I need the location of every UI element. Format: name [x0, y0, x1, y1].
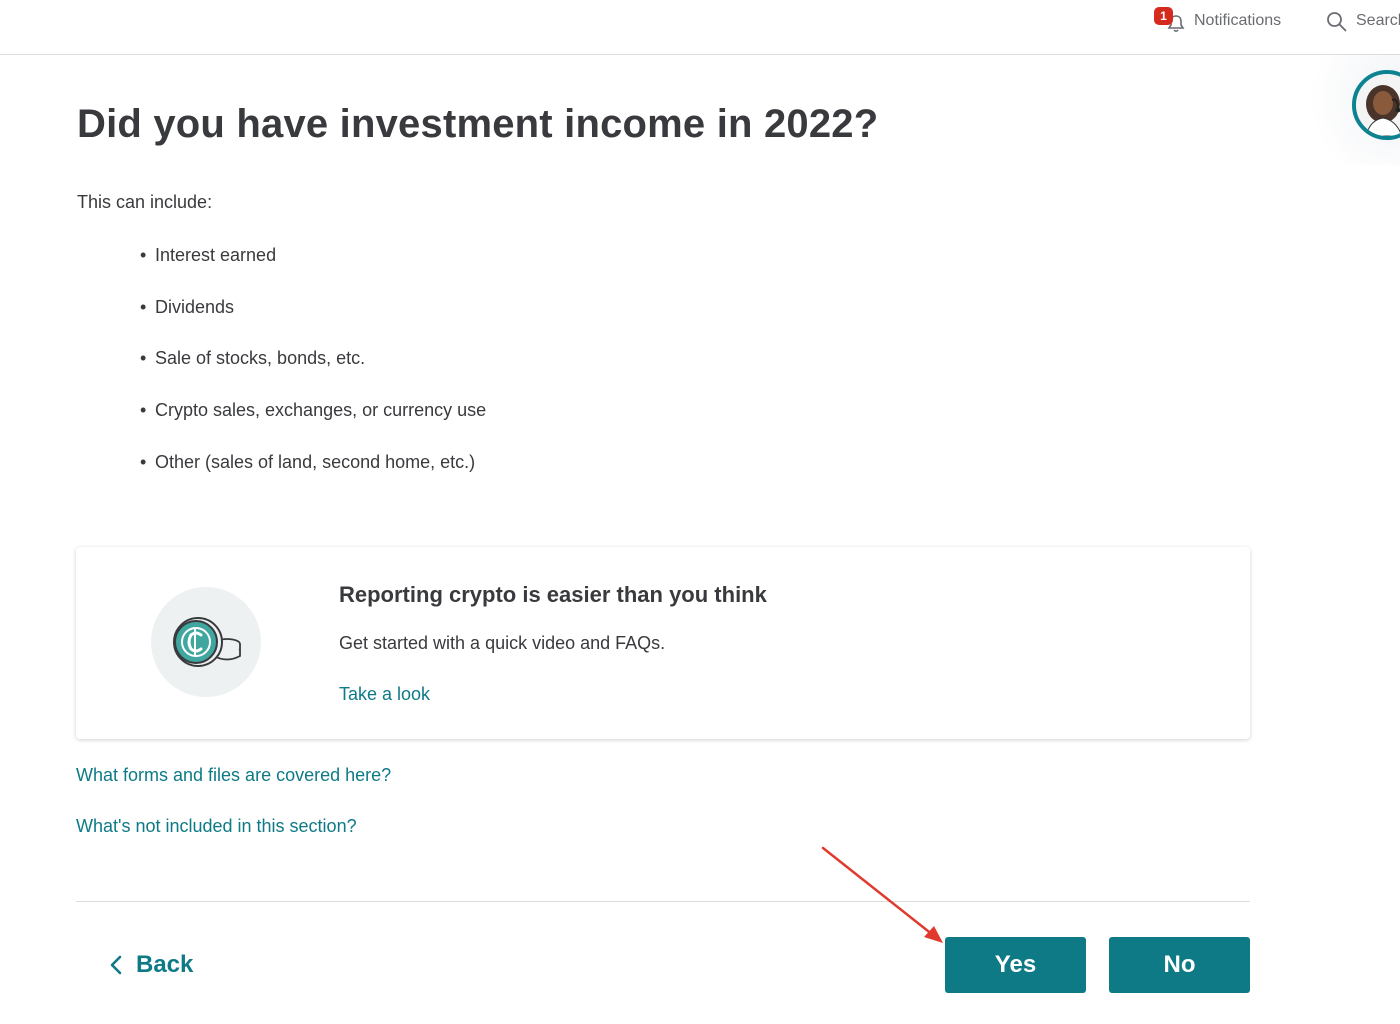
forms-covered-link[interactable]: What forms and files are covered here? — [76, 765, 391, 786]
intro-text: This can include: — [77, 192, 213, 212]
yes-button[interactable]: Yes — [945, 937, 1086, 993]
not-included-link[interactable]: What's not included in this section? — [76, 816, 357, 837]
take-a-look-link[interactable]: Take a look — [339, 684, 430, 705]
search-label: Search — [1356, 12, 1400, 29]
top-bar: 1 Notifications Search — [0, 0, 1400, 55]
search-icon — [1327, 11, 1347, 31]
crypto-coin-icon — [151, 587, 261, 697]
bell-icon: 1 — [1154, 6, 1188, 36]
list-item: • Dividends — [140, 296, 235, 317]
list-item: • Interest earned — [140, 245, 277, 265]
notifications-label: Notifications — [1194, 12, 1282, 29]
notification-count-badge: 1 — [1154, 7, 1173, 25]
list-item: • Other (sales of land, second home, etc.… — [140, 451, 476, 472]
card-title: Reporting crypto is easier than you thin… — [339, 582, 767, 607]
annotation-arrow-icon — [821, 846, 943, 943]
income-types-list: • Interest earned • Dividends • Sale of sto… — [140, 244, 486, 502]
back-button[interactable]: Back — [108, 950, 193, 980]
search-button[interactable]: Search — [1326, 8, 1400, 34]
page-title: Did you have investment income in 2022? — [77, 102, 879, 146]
crypto-info-card: Reporting crypto is easier than you thin… — [76, 547, 1250, 739]
no-button[interactable]: No — [1109, 937, 1250, 993]
list-item: • Crypto sales, exchanges, or currency us… — [140, 400, 487, 421]
back-label: Back — [136, 951, 194, 978]
notifications-button[interactable]: 1 Notifications — [1154, 6, 1281, 36]
list-item: • Sale of stocks, bonds, etc. — [140, 348, 366, 369]
card-body: Get started with a quick video and FAQs. — [339, 633, 666, 653]
chevron-left-icon — [110, 955, 122, 975]
divider — [76, 901, 1250, 902]
